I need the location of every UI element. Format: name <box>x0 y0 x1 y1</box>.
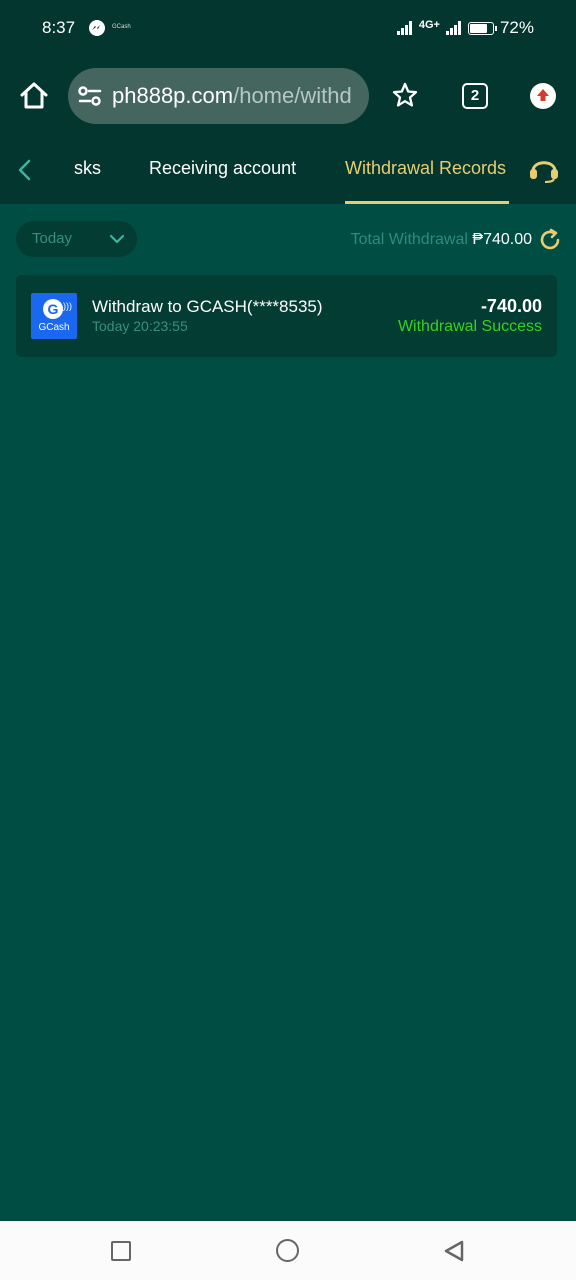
total-withdrawal: Total Withdrawal ₱740.00 <box>351 231 532 249</box>
record-title: Withdraw to GCASH(****8535) <box>92 297 323 316</box>
gcash-notification-icon: GCash <box>112 24 131 30</box>
record-status: Withdrawal Success <box>397 318 542 335</box>
messenger-icon <box>89 20 105 36</box>
star-icon[interactable] <box>392 82 418 113</box>
active-tab-indicator <box>345 201 509 204</box>
home-icon[interactable] <box>18 80 50 112</box>
battery-icon <box>467 21 497 35</box>
url-host: ph888p.com <box>112 83 234 108</box>
recent-apps-icon[interactable] <box>111 1241 131 1261</box>
headset-icon[interactable] <box>528 154 560 189</box>
url-path: /home/withd <box>233 83 352 108</box>
network-type: 4G+ <box>418 19 440 31</box>
signal-icon <box>396 21 412 35</box>
gcash-logo-letter: G <box>43 299 63 319</box>
gcash-logo-text: GCash <box>38 322 70 333</box>
menu-icon[interactable] <box>530 83 556 109</box>
status-time: 8:37 <box>42 18 76 37</box>
tab-withdrawal-records[interactable]: Withdrawal Records <box>345 158 506 179</box>
total-withdrawal-value: ₱740.00 <box>472 231 532 248</box>
address-bar[interactable]: ph888p.com/home/withd <box>68 68 369 124</box>
date-filter-value: Today <box>32 230 73 247</box>
date-filter-select[interactable]: Today <box>16 221 137 257</box>
system-nav-bar <box>0 1221 576 1280</box>
back-arrow-icon[interactable] <box>16 158 34 187</box>
record-time: Today 20:23:55 <box>92 318 188 334</box>
records-tab-bar: sks Receiving account Withdrawal Records <box>0 136 576 204</box>
browser-toolbar: ph888p.com/home/withd 2 <box>0 58 576 136</box>
home-button-icon[interactable] <box>276 1239 299 1262</box>
status-indicators: 4G+ 72% <box>396 18 534 38</box>
tab-receiving-account[interactable]: Receiving account <box>149 158 296 179</box>
tabs-icon[interactable]: 2 <box>462 83 488 109</box>
gcash-logo-icon: G ))) GCash <box>31 293 77 339</box>
chevron-down-icon <box>109 234 125 244</box>
withdrawal-record[interactable]: G ))) GCash Withdraw to GCASH(****8535) … <box>16 275 557 357</box>
total-withdrawal-label: Total Withdrawal <box>350 231 468 248</box>
refresh-icon[interactable] <box>538 228 562 257</box>
status-bar: 8:37 GCash 4G+ 72% <box>0 0 576 58</box>
record-amount: -740.00 <box>480 296 542 316</box>
signal-icon-2 <box>445 21 461 35</box>
battery-percent: 72% <box>499 18 534 37</box>
tab-tasks[interactable]: sks <box>74 158 101 179</box>
url-text: ph888p.com/home/withd <box>112 83 352 109</box>
site-settings-icon[interactable] <box>78 85 102 112</box>
back-icon[interactable] <box>442 1239 466 1268</box>
